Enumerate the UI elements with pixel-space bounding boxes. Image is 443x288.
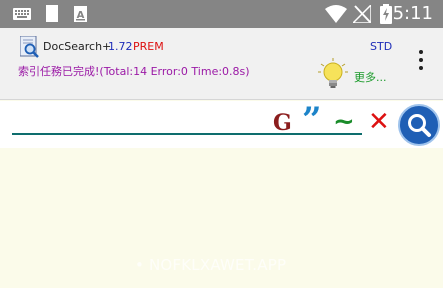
overflow-menu-icon[interactable] [416,50,426,74]
wifi-icon [325,5,347,23]
notification-icon [46,5,58,22]
google-search-button[interactable]: G [273,110,292,136]
more-link[interactable]: 更多... [354,69,387,85]
font-icon: A [74,6,87,22]
clear-button[interactable]: ✕ [368,107,390,137]
search-bar: G ” ~ ✕ [0,101,443,148]
fuzzy-search-button[interactable]: ~ [333,107,355,137]
index-status-text: 索引任務已完成!(Total:14 Error:0 Time:0.8s) [18,65,250,78]
watermark-text: • NOFKLXAWET.APP [135,256,287,274]
keyboard-icon [13,8,31,20]
std-toggle[interactable]: STD [370,40,392,53]
status-bar: A 5:11 [0,0,443,28]
search-icon [408,114,431,137]
app-header: DocSearch+ 1.72 PREM STD 索引任務已完成!(Total:… [0,28,443,100]
exact-phrase-button[interactable]: ” [302,103,322,137]
results-area: • NOFKLXAWET.APP [0,148,443,288]
lightbulb-icon[interactable] [318,58,348,90]
app-name: DocSearch+ [43,40,112,53]
clock: 5:11 [392,3,433,24]
search-button[interactable] [398,104,440,146]
edition-badge: PREM [133,40,164,53]
signal-icon [353,5,371,23]
app-logo-icon [20,36,39,58]
battery-icon [380,4,392,24]
app-version: 1.72 [108,40,133,53]
